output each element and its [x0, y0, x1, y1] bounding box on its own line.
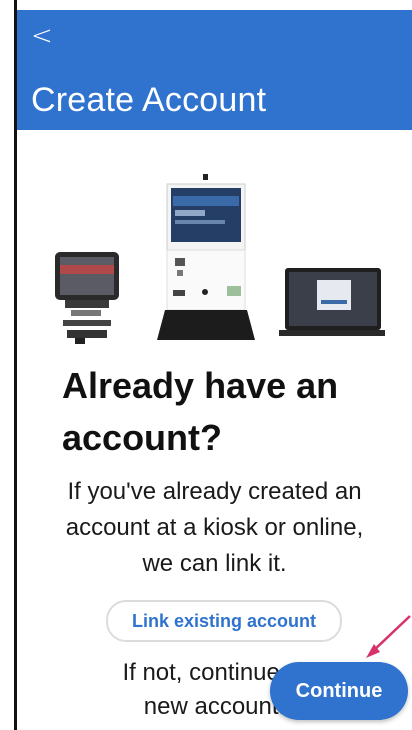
heading-line-2: account? [62, 417, 223, 458]
body-line-1: If you've already created an [67, 478, 362, 505]
annotation-arrow-icon [366, 615, 411, 658]
tablet-icon [55, 252, 119, 344]
devices-illustration [55, 174, 385, 344]
heading-line-1: Already have an [62, 365, 339, 406]
app-header: < Create Account [17, 10, 412, 130]
page-title: Create Account [31, 81, 267, 119]
heading: Already have an account? [62, 360, 392, 464]
kiosk-icon [157, 174, 255, 340]
laptop-icon [279, 268, 385, 336]
back-chevron-icon[interactable]: < [31, 22, 53, 50]
continue-button[interactable]: Continue [270, 662, 408, 720]
body-line-2: account at a kiosk or online, [65, 514, 364, 541]
body-line-3: we can link it. [142, 550, 287, 577]
body-text: If you've already created an account at … [22, 474, 407, 582]
screen: < Create Account Already have an account… [0, 0, 412, 730]
link-existing-account-button[interactable]: Link existing account [106, 600, 342, 642]
